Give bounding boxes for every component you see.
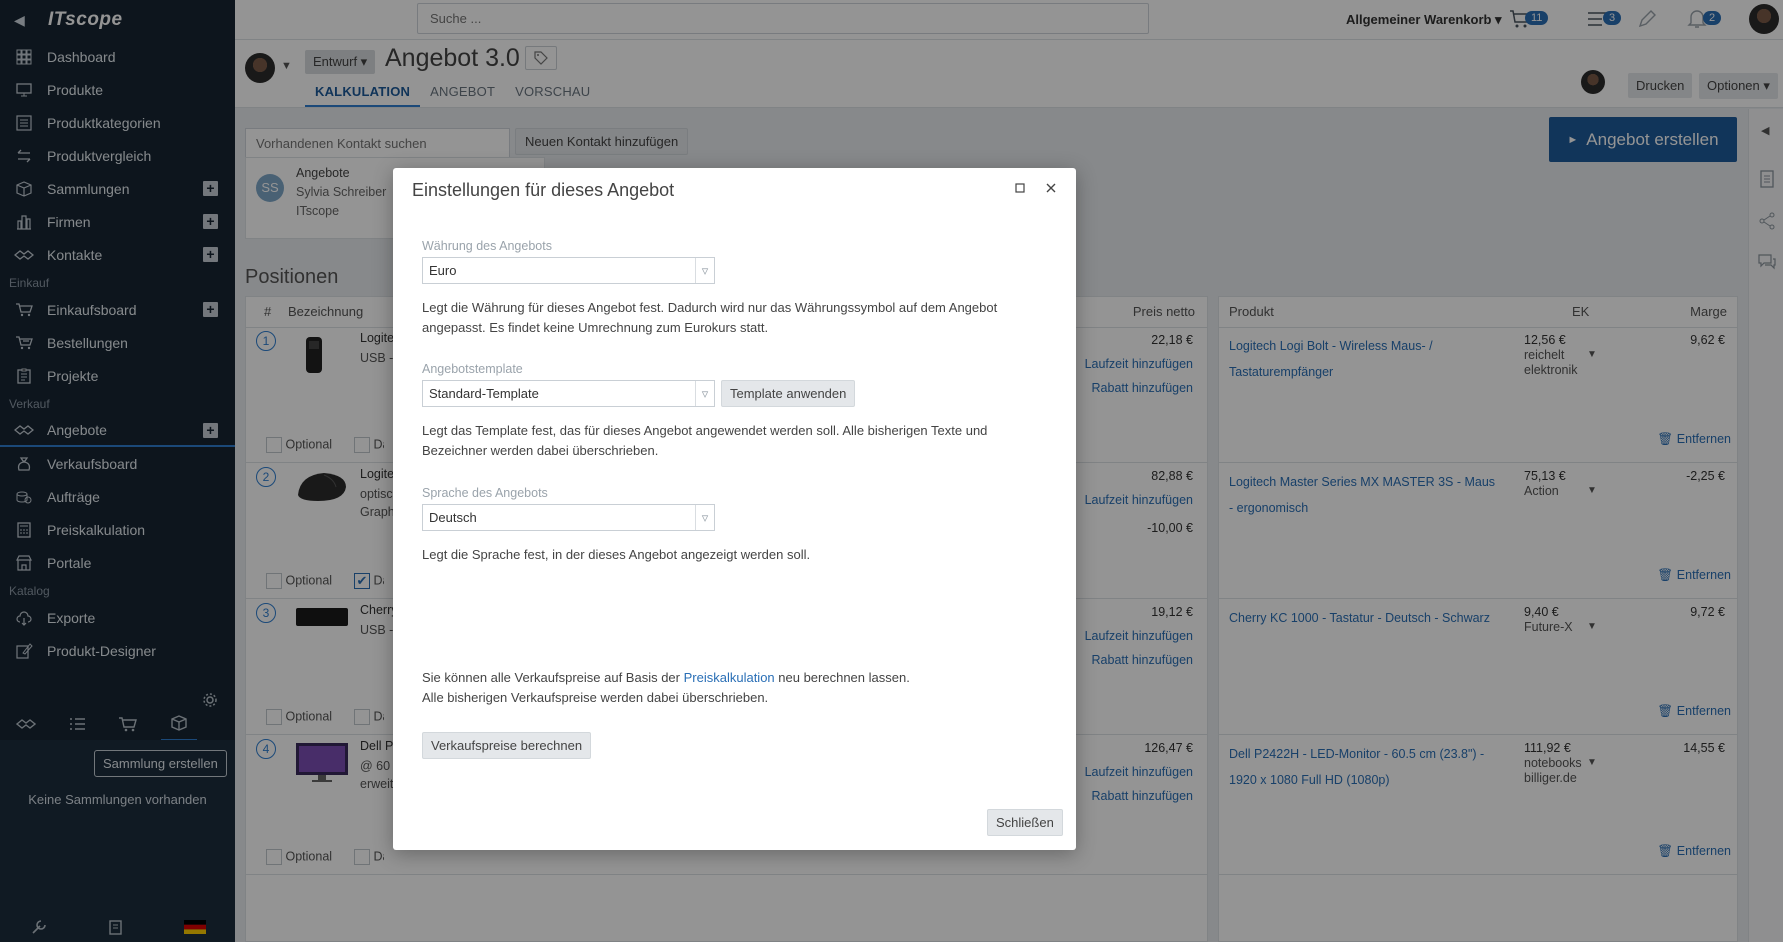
calculate-prices-button[interactable]: Verkaufspreise berechnen [422, 732, 592, 759]
recalc-warning: Alle bisherigen Verkaufspreise werden da… [422, 690, 769, 705]
template-value: Standard-Template [429, 386, 539, 401]
chevron-down-icon: ▿ [695, 505, 714, 530]
template-label: Angebotstemplate [422, 362, 523, 376]
dialog-title: Einstellungen für dieses Angebot [412, 180, 675, 200]
currency-value: Euro [429, 263, 457, 278]
language-value: Deutsch [429, 510, 477, 525]
recalc-description: Sie können alle Verkaufspreise auf Basis… [422, 668, 1052, 708]
recalc-text: Sie können alle Verkaufspreise auf Basis… [422, 670, 684, 685]
currency-description: Legt die Währung für dieses Angebot fest… [422, 300, 998, 335]
close-button[interactable]: Schließen [987, 809, 1063, 836]
currency-select[interactable]: Euro ▿ [422, 257, 715, 284]
recalc-text-end: neu berechnen lassen. [774, 670, 910, 685]
apply-template-button[interactable]: Template anwenden [721, 380, 856, 407]
chevron-down-icon: ▿ [695, 381, 714, 406]
pricing-link[interactable]: Preiskalkulation [684, 670, 775, 685]
close-icon[interactable] [1045, 182, 1057, 194]
language-description: Legt die Sprache fest, in der dieses Ang… [422, 547, 811, 562]
template-description: Legt das Template fest, das für dieses A… [422, 423, 988, 458]
template-select[interactable]: Standard-Template ▿ [422, 380, 715, 407]
language-label: Sprache des Angebots [422, 486, 548, 500]
offer-settings-dialog: Einstellungen für dieses Angebot Währung… [393, 168, 1076, 850]
chevron-down-icon: ▿ [695, 258, 714, 283]
maximize-icon[interactable] [1015, 183, 1025, 193]
currency-label: Währung des Angebots [422, 239, 552, 253]
language-select[interactable]: Deutsch ▿ [422, 504, 715, 531]
